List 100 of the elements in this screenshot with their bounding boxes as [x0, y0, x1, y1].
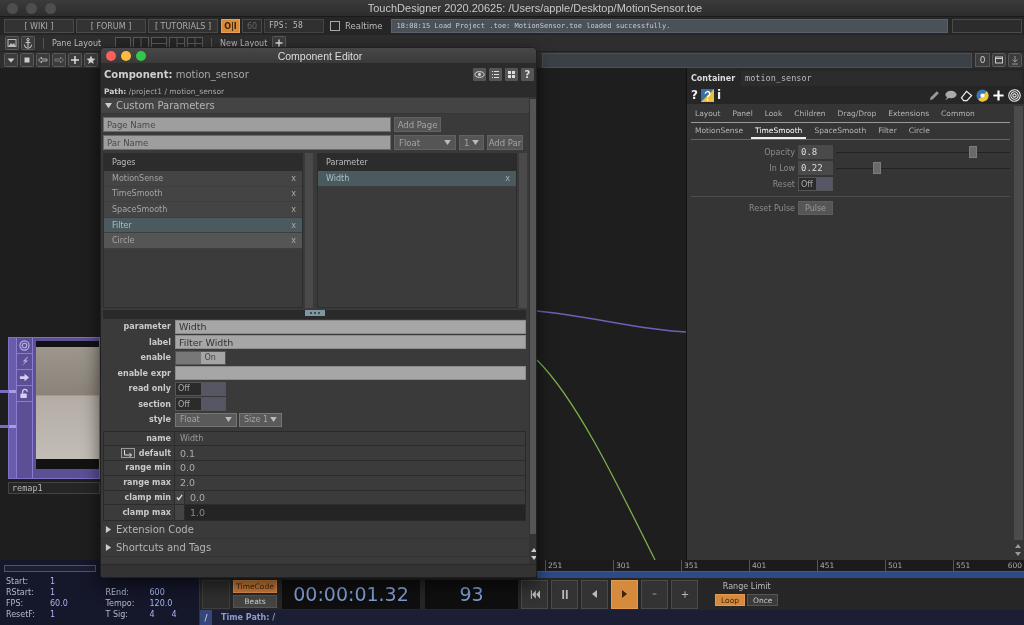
- text-field[interactable]: Width: [175, 319, 526, 334]
- corner-arrow-icon[interactable]: [120, 448, 135, 459]
- size-dropdown[interactable]: 1: [459, 135, 484, 150]
- text-field[interactable]: [175, 366, 526, 381]
- eraser-icon[interactable]: [960, 88, 973, 102]
- pencil-icon[interactable]: [928, 88, 941, 102]
- toggle-switch[interactable]: Off: [175, 397, 226, 412]
- plus-button[interactable]: [671, 579, 698, 609]
- close-button[interactable]: [106, 50, 116, 61]
- anchor-icon[interactable]: [21, 36, 35, 50]
- toggle-switch[interactable]: Off: [175, 381, 226, 396]
- zoom-button[interactable]: [136, 50, 146, 61]
- page-row[interactable]: MotionSense x: [104, 171, 302, 187]
- table-cell[interactable]: 1.0: [185, 505, 525, 521]
- help-mark[interactable]: ?: [691, 88, 698, 102]
- pause-button[interactable]: [551, 579, 578, 609]
- table-cell[interactable]: Width: [175, 431, 525, 446]
- perform-toggle[interactable]: O|I: [221, 19, 240, 33]
- star-icon[interactable]: [84, 53, 98, 67]
- page-row[interactable]: SpaceSmooth x: [104, 202, 302, 218]
- message-field[interactable]: [952, 19, 1022, 33]
- frame-display[interactable]: 93: [425, 579, 518, 609]
- setting-value[interactable]: 60.0: [50, 599, 72, 608]
- stop-icon[interactable]: [20, 53, 34, 67]
- remove-control[interactable]: x: [291, 205, 296, 214]
- remove-control[interactable]: x: [291, 173, 296, 183]
- help-tile-icon[interactable]: [700, 88, 714, 102]
- root-path-button[interactable]: /: [200, 610, 212, 625]
- grip-icon[interactable]: [304, 310, 325, 316]
- back-arrow-icon[interactable]: [36, 53, 50, 67]
- link-button[interactable]: [ FORUM ]: [76, 19, 146, 33]
- remove-control[interactable]: x: [291, 236, 296, 246]
- text-field[interactable]: Filter Width: [175, 335, 526, 350]
- parameter-row[interactable]: Width x: [318, 171, 516, 187]
- lock-icon[interactable]: [19, 388, 30, 399]
- toggle-switch[interactable]: Off: [798, 177, 833, 191]
- link-button[interactable]: [ WIKI ]: [4, 19, 74, 33]
- number-field[interactable]: 0.22: [798, 161, 833, 175]
- section-title: Shortcuts and Tags: [116, 542, 212, 554]
- remove-control[interactable]: x: [505, 173, 510, 183]
- type-dropdown[interactable]: Float: [394, 135, 456, 150]
- table-cell[interactable]: 0.0: [175, 461, 525, 475]
- setting-value[interactable]: 4: [171, 610, 194, 619]
- setting-value[interactable]: 1: [50, 577, 72, 586]
- minimize-button[interactable]: [121, 50, 131, 61]
- remove-control[interactable]: x: [291, 189, 296, 199]
- checkbox[interactable]: [175, 490, 185, 505]
- rewind-button[interactable]: [521, 579, 548, 609]
- remove-control[interactable]: x: [291, 220, 296, 230]
- section-title: Custom Parameters: [116, 100, 215, 111]
- disclosure-triangle-icon[interactable]: [105, 102, 112, 109]
- help-button[interactable]: ?: [521, 67, 534, 81]
- setting-value[interactable]: 600: [149, 588, 172, 597]
- section-header[interactable]: Shortcuts and Tags: [101, 539, 529, 558]
- slider-handle[interactable]: [968, 146, 977, 158]
- operator-name-field[interactable]: motion_sensor: [741, 70, 1022, 86]
- caret-down-icon[interactable]: [4, 53, 18, 67]
- grid-icon[interactable]: [505, 67, 518, 81]
- add-par-button[interactable]: Add Par: [487, 135, 523, 150]
- table-cell[interactable]: 0.0: [185, 490, 525, 505]
- table-cell[interactable]: 0.1: [175, 446, 525, 461]
- number-field[interactable]: 0.8: [798, 145, 833, 159]
- realtime-checkbox[interactable]: [330, 21, 340, 31]
- script-logo-icon[interactable]: [976, 88, 989, 102]
- scroll-arrows-icon[interactable]: [530, 546, 536, 562]
- speech-bubble-icon[interactable]: [944, 88, 957, 102]
- info-mark[interactable]: i: [716, 88, 722, 102]
- disclosure-triangle-icon[interactable]: [105, 544, 112, 552]
- table-cell[interactable]: 2.0: [175, 475, 525, 490]
- link-button[interactable]: [ TUTORIALS ]: [148, 19, 218, 33]
- setting-value[interactable]: 120.0: [149, 599, 172, 608]
- add-page-button[interactable]: Add Page: [394, 117, 441, 132]
- arrow-right-icon[interactable]: [19, 372, 30, 383]
- scrollbar[interactable]: [529, 98, 536, 564]
- play-button[interactable]: [611, 579, 638, 609]
- scroll-arrows-icon[interactable]: [1014, 542, 1022, 558]
- toggle-switch[interactable]: On: [175, 350, 226, 365]
- step-back-button[interactable]: [581, 579, 608, 609]
- setting-value[interactable]: 1: [50, 610, 72, 619]
- par-name-field[interactable]: Par Name: [103, 135, 391, 150]
- path-field[interactable]: [542, 52, 972, 68]
- section-header[interactable]: Custom Parameters: [101, 98, 529, 114]
- splitter-bar[interactable]: [103, 310, 526, 319]
- counter-button[interactable]: 0: [975, 53, 990, 67]
- disclosure-triangle-icon[interactable]: [105, 526, 112, 534]
- list-icon[interactable]: [489, 67, 502, 81]
- section-header[interactable]: Extension Code: [101, 521, 529, 540]
- checkbox[interactable]: [175, 505, 185, 521]
- timecode-display[interactable]: 00:00:01.32: [282, 579, 420, 609]
- window-icon[interactable]: [992, 53, 1006, 67]
- setting-value[interactable]: 1: [50, 588, 72, 597]
- connection-wire: [0, 390, 8, 393]
- eye-icon[interactable]: [473, 67, 486, 81]
- page-name-field[interactable]: Page Name: [103, 117, 391, 132]
- setting-value[interactable]: 4: [149, 610, 172, 619]
- image-icon[interactable]: [5, 36, 19, 50]
- page-row[interactable]: Circle x: [104, 233, 302, 249]
- operator-node[interactable]: [8, 337, 100, 479]
- connection-wire: [0, 425, 8, 428]
- slider-handle[interactable]: [872, 162, 881, 174]
